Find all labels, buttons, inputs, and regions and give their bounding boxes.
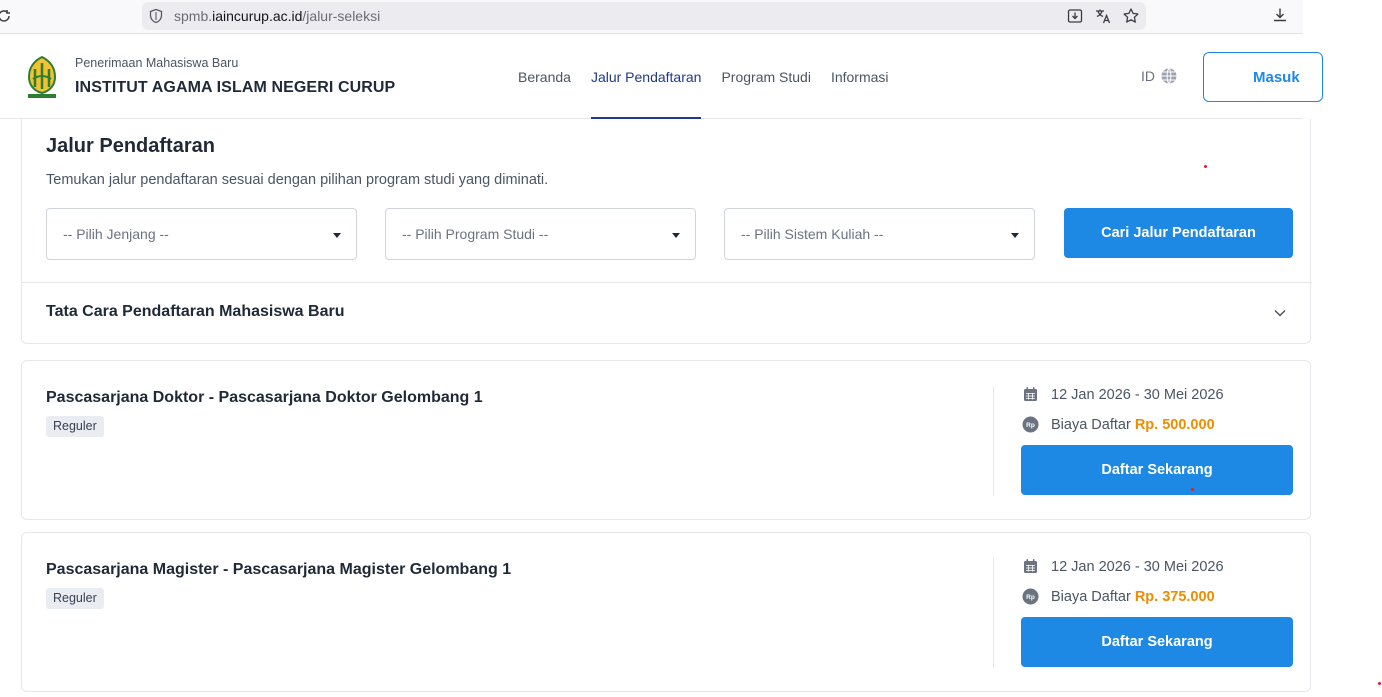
registration-card: Pascasarjana Doktor - Pascasarjana Dokto… [21, 360, 1311, 520]
calendar-icon [1024, 387, 1037, 401]
program-studi-select-placeholder: -- Pilih Program Studi -- [402, 226, 549, 242]
page-subtitle: Temukan jalur pendaftaran sesuai dengan … [46, 172, 549, 188]
svg-text:Rp: Rp [1026, 594, 1035, 601]
url-host: iaincurup.ac.id [212, 8, 303, 24]
reload-icon[interactable] [0, 8, 12, 24]
url-path: /jalur-seleksi [302, 8, 381, 24]
fee-label: Biaya Daftar [1051, 588, 1131, 605]
bookmark-star-icon[interactable] [1122, 7, 1140, 25]
date-range-text: 12 Jan 2026 - 30 Mei 2026 [1051, 386, 1224, 403]
svg-text:Rp: Rp [1026, 422, 1035, 429]
rupiah-coin-icon: Rp [1022, 588, 1039, 605]
annotation-dot [1378, 682, 1381, 685]
registration-guide-accordion[interactable]: Tata Cara Pendaftaran Mahasiswa Baru [22, 282, 1312, 343]
card-divider [993, 386, 994, 496]
date-range: 12 Jan 2026 - 30 Mei 2026 [1022, 386, 1224, 403]
rupiah-coin-icon: Rp [1022, 416, 1039, 433]
jenjang-select[interactable]: -- Pilih Jenjang -- [46, 208, 357, 260]
nav-program-studi[interactable]: Program Studi [721, 35, 810, 119]
page-gutter [1303, 0, 1382, 697]
language-switcher[interactable]: ID [1141, 67, 1178, 85]
date-range-text: 12 Jan 2026 - 30 Mei 2026 [1051, 558, 1224, 575]
site-header: Penerimaan Mahasiswa Baru INSTITUT AGAMA… [0, 35, 1323, 119]
search-registration-button[interactable]: Cari Jalur Pendaftaran [1064, 208, 1293, 258]
sistem-kuliah-select[interactable]: -- Pilih Sistem Kuliah -- [724, 208, 1035, 260]
brand-title[interactable]: INSTITUT AGAMA ISLAM NEGERI CURUP [75, 79, 395, 97]
registration-card: Pascasarjana Magister - Pascasarjana Mag… [21, 532, 1311, 692]
registration-fee: Rp Biaya Daftar Rp. 375.000 [1022, 588, 1215, 605]
annotation-dot [1191, 488, 1194, 491]
main-nav: Beranda Jalur Pendaftaran Program Studi … [518, 35, 889, 119]
system-badge: Reguler [46, 588, 104, 609]
card-divider [993, 558, 994, 668]
nav-informasi[interactable]: Informasi [831, 35, 889, 119]
fee-value: Rp. 500.000 [1134, 416, 1215, 433]
fee-value: Rp. 375.000 [1134, 588, 1215, 605]
page-title: Jalur Pendaftaran [46, 135, 215, 157]
program-studi-select[interactable]: -- Pilih Program Studi -- [385, 208, 696, 260]
date-range: 12 Jan 2026 - 30 Mei 2026 [1022, 558, 1224, 575]
login-button[interactable]: Masuk [1203, 52, 1323, 102]
translate-icon[interactable] [1094, 7, 1112, 25]
address-bar-actions [1066, 7, 1140, 25]
browser-toolbar: spmb.iaincurup.ac.id/jalur-seleksi [0, 0, 1303, 34]
save-page-icon[interactable] [1066, 7, 1084, 25]
sistem-kuliah-select-placeholder: -- Pilih Sistem Kuliah -- [741, 226, 884, 242]
card-title: Pascasarjana Magister - Pascasarjana Mag… [46, 561, 512, 578]
address-bar[interactable]: spmb.iaincurup.ac.id/jalur-seleksi [142, 2, 1146, 30]
downloads-icon[interactable] [1271, 6, 1289, 24]
jenjang-select-placeholder: -- Pilih Jenjang -- [63, 226, 169, 242]
fee-label: Biaya Daftar [1051, 416, 1131, 433]
caret-down-icon [1011, 233, 1019, 238]
language-code: ID [1141, 68, 1155, 84]
system-badge: Reguler [46, 416, 104, 437]
search-panel: Jalur Pendaftaran Temukan jalur pendafta… [21, 119, 1312, 344]
url-prefix: spmb. [174, 8, 213, 24]
site-security-icon[interactable] [148, 8, 164, 24]
calendar-icon [1024, 559, 1037, 573]
globe-icon [1161, 68, 1177, 84]
nav-beranda[interactable]: Beranda [518, 35, 571, 119]
brand-subtitle: Penerimaan Mahasiswa Baru [75, 56, 239, 70]
chevron-down-icon [1274, 309, 1286, 317]
accordion-title: Tata Cara Pendaftaran Mahasiswa Baru [46, 303, 345, 320]
card-title: Pascasarjana Doktor - Pascasarjana Dokto… [46, 389, 483, 406]
caret-down-icon [333, 233, 341, 238]
iain-curup-logo[interactable] [24, 55, 60, 99]
url-text: spmb.iaincurup.ac.id/jalur-seleksi [174, 8, 380, 24]
caret-down-icon [672, 233, 680, 238]
nav-jalur-pendaftaran[interactable]: Jalur Pendaftaran [590, 35, 701, 119]
annotation-dot [1204, 165, 1207, 168]
apply-now-button[interactable]: Daftar Sekarang [1021, 617, 1293, 667]
apply-now-button[interactable]: Daftar Sekarang [1021, 445, 1293, 495]
registration-fee: Rp Biaya Daftar Rp. 500.000 [1022, 416, 1215, 433]
